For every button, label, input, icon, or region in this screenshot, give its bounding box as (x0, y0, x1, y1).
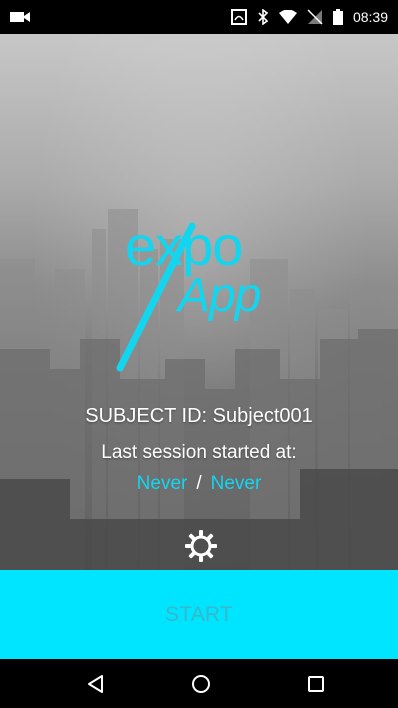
camera-icon (10, 10, 32, 24)
logo-text-expo: expo (125, 214, 243, 277)
logo-text-app: App (178, 269, 261, 322)
subject-id-row: SUBJECT ID: Subject001 (0, 405, 398, 427)
session-times: Never / Never (0, 473, 398, 495)
app-logo: expo App (100, 218, 290, 388)
recents-button[interactable] (300, 668, 332, 700)
nfc-icon (230, 9, 247, 25)
subject-id-label: SUBJECT ID: (85, 405, 208, 427)
status-indicators: 08:39 (230, 0, 388, 34)
home-circle-icon (192, 675, 210, 693)
settings-button[interactable] (183, 528, 219, 564)
gear-icon (185, 530, 217, 562)
last-session-label: Last session started at: (101, 442, 297, 463)
session-end-time: Never (210, 473, 262, 494)
bluetooth-icon (257, 9, 269, 25)
battery-icon (332, 9, 343, 25)
status-time: 08:39 (352, 9, 388, 25)
session-separator: / (196, 473, 202, 494)
navigation-bar (0, 659, 398, 708)
status-bar: 08:39 (0, 0, 398, 34)
recents-square-icon (308, 676, 324, 692)
main-screen: expo App SUBJECT ID: Subject001 Last ses… (0, 34, 398, 659)
subject-id-value: Subject001 (212, 405, 313, 427)
no-signal-icon (307, 9, 323, 25)
session-start-time: Never (136, 473, 188, 494)
home-button[interactable] (185, 668, 217, 700)
start-button[interactable]: START (0, 570, 398, 659)
back-triangle-icon (88, 675, 103, 693)
back-button[interactable] (80, 668, 112, 700)
wifi-icon (278, 10, 297, 24)
